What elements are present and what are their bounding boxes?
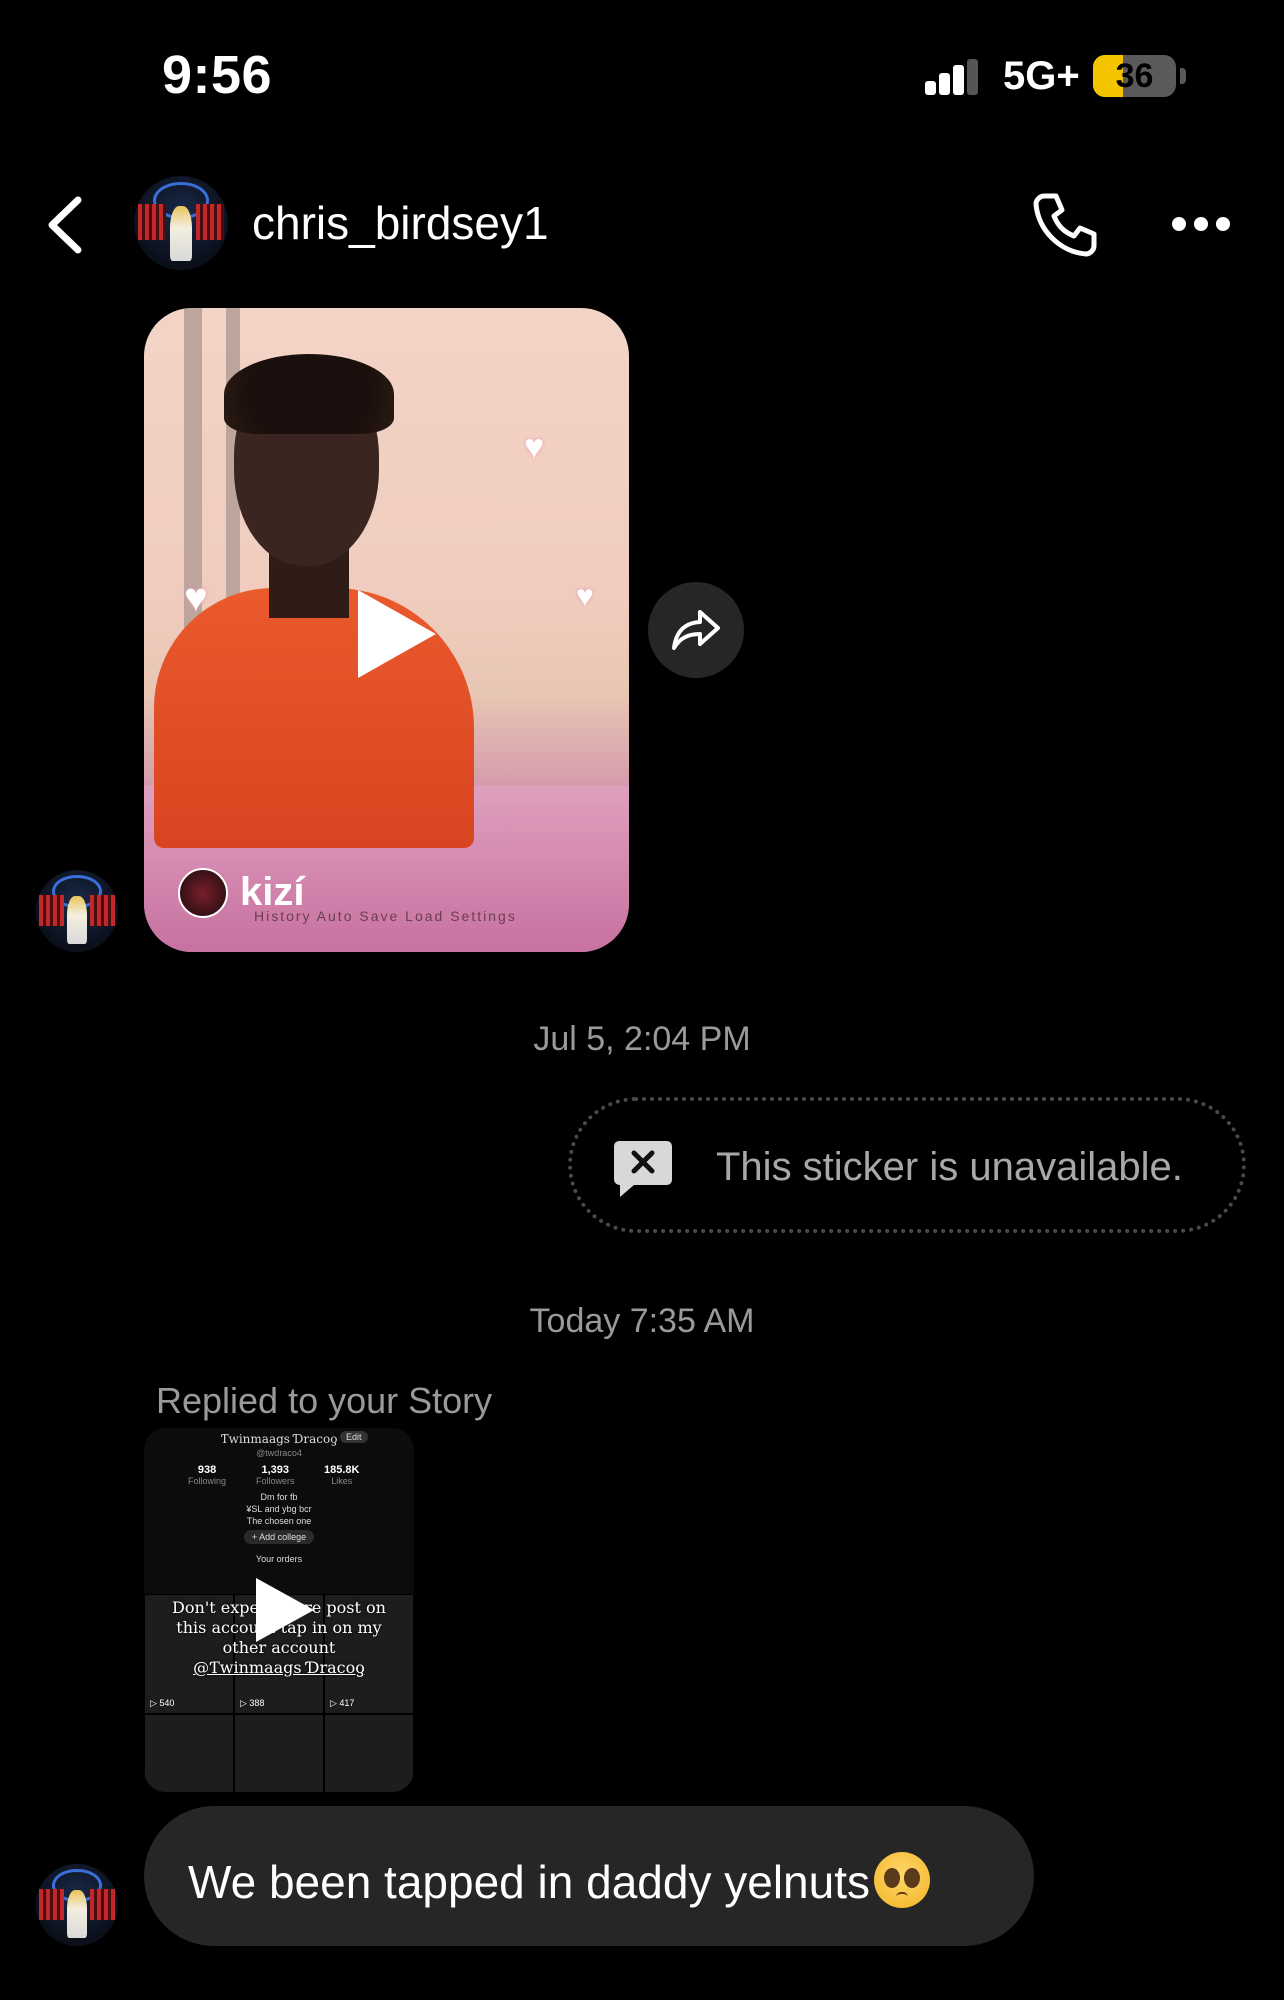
sender-avatar[interactable] (36, 1864, 118, 1946)
story-followers: 1,393Followers (256, 1464, 295, 1486)
story-bio-line: Dm for fb (144, 1492, 414, 1502)
play-icon[interactable] (256, 1578, 314, 1642)
reel-caption-small: History Auto Save Load Settings (254, 908, 517, 924)
share-button[interactable] (648, 582, 744, 678)
phone-icon[interactable] (1030, 188, 1102, 260)
sticker-unavailable-icon (612, 1137, 674, 1199)
story-profile-name: Ƭwinmaags Ɗracoƍ (144, 1432, 414, 1446)
cellular-signal-icon (925, 59, 975, 95)
timestamp: Jul 5, 2:04 PM (0, 1020, 1284, 1059)
more-dots-icon[interactable] (1170, 215, 1230, 233)
message-bubble[interactable]: We been tapped in daddy yelnuts (144, 1806, 1034, 1946)
story-view-count: ▷ 388 (240, 1698, 264, 1709)
sticker-unavailable-text: This sticker is unavailable. (716, 1145, 1183, 1190)
battery-tip (1180, 68, 1186, 84)
reel-author-avatar (178, 868, 228, 918)
header-avatar[interactable] (134, 176, 228, 270)
message-text: We been tapped in daddy yelnuts (188, 1852, 930, 1909)
story-following: 938Following (188, 1464, 226, 1486)
story-view-count: ▷ 540 (150, 1698, 174, 1709)
story-add-college: + Add college (144, 1532, 414, 1542)
play-icon[interactable] (358, 590, 436, 678)
heart-icon: ♥ (524, 428, 544, 467)
story-thumbnail[interactable]: Ƭwinmaags Ɗracoƍ Edit @twdraco4 938Follo… (144, 1428, 414, 1792)
network-type: 5G+ (1003, 54, 1080, 99)
story-edit-chip: Edit (340, 1431, 368, 1443)
story-handle: @twdraco4 (144, 1448, 414, 1458)
chevron-left-icon[interactable] (40, 190, 90, 260)
story-view-count: ▷ 417 (330, 1698, 354, 1709)
unavailable-sticker-message: This sticker is unavailable. (568, 1097, 1246, 1233)
replied-to-story-label: Replied to your Story (156, 1380, 492, 1422)
status-time: 9:56 (162, 44, 272, 106)
heart-icon: ♥ (576, 580, 594, 614)
heart-icon: ♥ (184, 576, 208, 621)
header-username[interactable]: chris_birdsey1 (252, 196, 549, 250)
battery-icon: 36 (1093, 55, 1176, 97)
story-your-orders: Your orders (144, 1554, 414, 1564)
battery-percent: 36 (1093, 57, 1176, 96)
sender-avatar[interactable] (36, 870, 118, 952)
story-bio-line: The chosen one (144, 1516, 414, 1526)
story-bio-line: ¥SL and ybg bcr (144, 1504, 414, 1514)
story-likes: 185.8KLikes (324, 1464, 359, 1486)
shared-reel-card[interactable]: ♥ ♥ ♥ kizí History Auto Save Load Settin… (144, 308, 629, 952)
share-arrow-icon (670, 604, 722, 656)
timestamp: Today 7:35 AM (0, 1302, 1284, 1341)
pleading-face-emoji-icon (874, 1852, 930, 1908)
